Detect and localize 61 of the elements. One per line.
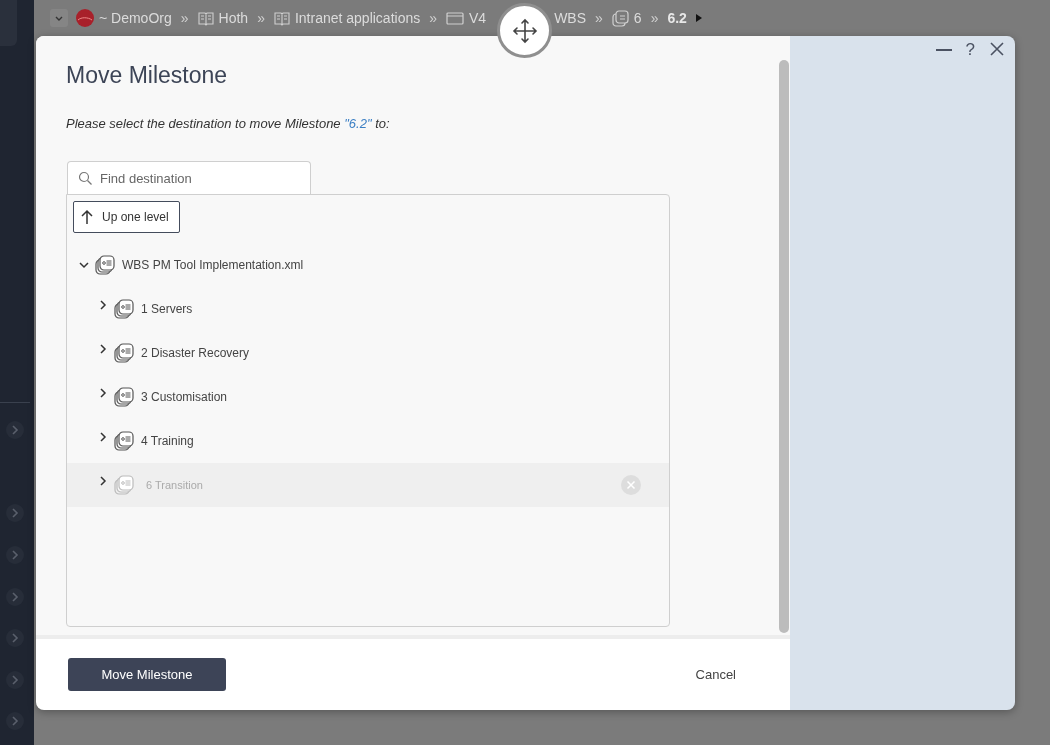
chevron-icon [6,504,24,522]
play-icon [694,13,703,23]
breadcrumb-link[interactable]: Intranet applications [294,7,421,29]
chevron-right-icon [98,299,108,312]
tree-row[interactable]: 4 Training [67,419,669,464]
breadcrumb-link[interactable]: 6 [633,7,642,29]
breadcrumb-separator: » [595,8,603,28]
breadcrumb-separator: » [429,8,438,28]
chevron-icon [6,671,24,689]
breadcrumb-link[interactable]: Hoth [218,7,249,29]
cancel-link[interactable]: Cancel [695,664,736,685]
caret-icon [54,14,64,22]
instruction-text: Please select the destination to move Milestone "6.2" to: [66,114,391,133]
move-milestone-button[interactable]: Move Milestone [68,658,226,692]
tree-item-label: 4 Training [141,433,194,451]
stack-icon [114,475,134,496]
stack-icon [611,9,629,27]
minimize-icon [935,49,952,51]
chevron-icon [6,712,24,730]
move-icon [511,17,538,44]
dialog-title: Move Milestone [66,62,229,90]
tree-item-label: 2 Disaster Recovery [141,345,250,363]
tree-row[interactable]: 2 Disaster Recovery [67,331,669,376]
scrollbar[interactable] [779,60,789,634]
chevron-icon [6,421,24,439]
tree-item-label: 6 Transition [146,477,203,493]
arrow-up-icon [80,209,94,226]
stack-icon [95,255,115,276]
tree-item-label: WBS PM Tool Implementation.xml [122,257,304,275]
folder-icon [446,10,465,26]
tree-row[interactable]: 3 Customisation [67,375,669,420]
chevron-icon [6,629,24,647]
tree-row[interactable]: 1 Servers [67,287,669,332]
clear-icon [621,475,641,496]
search-field[interactable]: Find destination [67,161,311,195]
breadcrumb-link[interactable]: V4 [469,7,487,29]
stack-icon [114,343,134,364]
chevron-icon [6,546,24,564]
stack-icon [114,299,134,320]
chevron-right-icon [98,387,108,400]
chevron-right-icon [98,343,108,356]
breadcrumb-separator: » [257,8,265,28]
stack-icon [114,387,134,408]
breadcrumb-link[interactable]: 6.2 [667,7,687,29]
stack-icon [114,431,134,452]
dropdown-button[interactable] [50,9,68,27]
up-level-button[interactable]: Up one level [73,201,180,234]
chevron-icon [6,588,24,606]
book-icon [273,10,290,26]
tree-row[interactable]: WBS PM Tool Implementation.xml [67,243,669,288]
tree-item-label: 3 Customisation [141,389,228,407]
logo-icon [76,9,94,27]
breadcrumb-separator: » [650,8,659,28]
breadcrumb-link[interactable]: WBS [554,7,587,29]
breadcrumb-separator: » [180,8,189,28]
chevron-right-icon [98,431,108,444]
breadcrumb-link[interactable]: ~ DemoOrg [99,7,172,29]
tree-item-label: 1 Servers [141,301,193,319]
chevron-right-icon [98,475,108,488]
help-button[interactable]: ? [965,40,975,60]
book-icon [197,10,214,26]
